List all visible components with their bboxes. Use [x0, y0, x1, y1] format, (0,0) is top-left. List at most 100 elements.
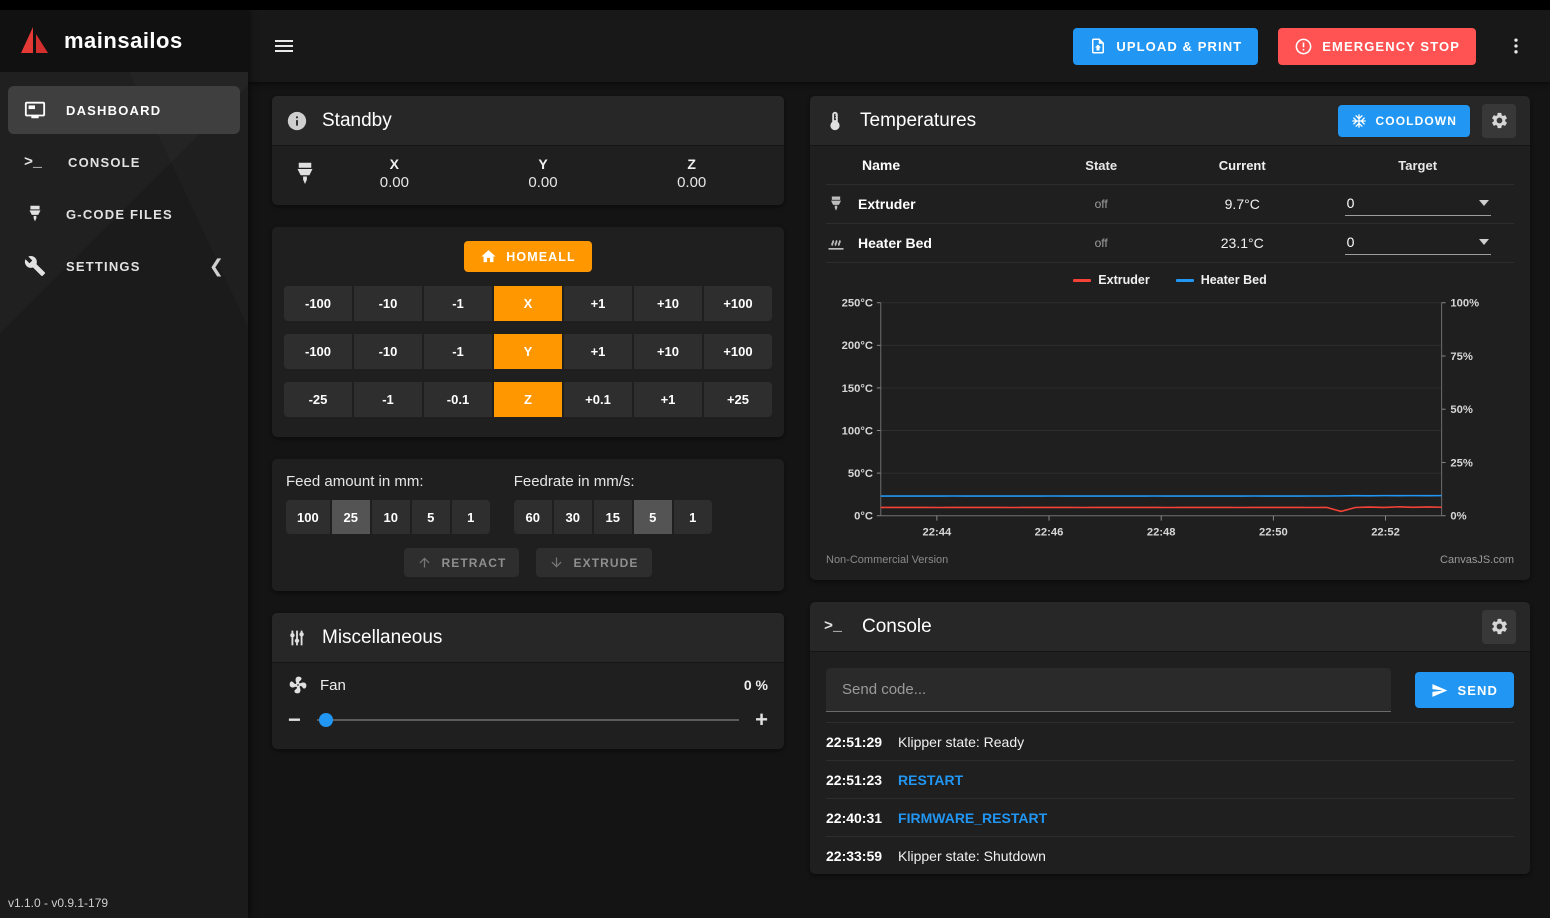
jog-x-plus-1[interactable]: +1	[564, 286, 632, 321]
window-chrome-strip	[0, 0, 1550, 10]
cooldown-button[interactable]: COOLDOWN	[1338, 105, 1470, 137]
jog-x-minus-100[interactable]: -100	[284, 286, 352, 321]
jog-x-minus-1[interactable]: -1	[424, 286, 492, 321]
heater-bed-icon	[826, 233, 846, 253]
extrude-button[interactable]: EXTRUDE	[536, 548, 651, 577]
fan-slider[interactable]	[317, 713, 739, 727]
content: Standby X 0.00 Y 0.00 Z	[248, 82, 1550, 918]
svg-text:0°C: 0°C	[854, 511, 873, 523]
temperatures-title: Temperatures	[860, 110, 976, 132]
send-label: SEND	[1457, 683, 1498, 698]
sidebar-item-gcode-files[interactable]: G-CODE FILES	[8, 190, 240, 238]
feedrate-30[interactable]: 30	[554, 500, 592, 534]
miscellaneous-card: Miscellaneous Fan 0 % −	[272, 613, 784, 749]
jog-x-plus-10[interactable]: +10	[634, 286, 702, 321]
log-row[interactable]: 22:51:23 RESTART	[826, 760, 1514, 798]
feed-amount-10[interactable]: 10	[372, 500, 410, 534]
canvasjs-link[interactable]: CanvasJS.com	[1440, 554, 1514, 566]
logo[interactable]: mainsailos	[0, 10, 248, 72]
feedrate-1[interactable]: 1	[674, 500, 712, 534]
feedrate-5[interactable]: 5	[634, 500, 672, 534]
kebab-menu-button[interactable]	[1496, 26, 1536, 66]
feed-amount-5[interactable]: 5	[412, 500, 450, 534]
sliders-icon	[286, 627, 308, 649]
legend-heater-bed[interactable]: Heater Bed	[1176, 273, 1267, 287]
svg-text:100°C: 100°C	[842, 425, 873, 437]
sidebar-item-dashboard[interactable]: DASHBOARD	[8, 86, 240, 134]
wrench-icon	[24, 255, 46, 277]
col-current: Current	[1163, 158, 1321, 173]
axis-y-button[interactable]: Y	[494, 334, 562, 369]
axis-y-value: 0.00	[469, 174, 618, 191]
console-header: >_ Console	[810, 602, 1530, 652]
emergency-stop-button[interactable]: EMERGENCY STOP	[1278, 28, 1476, 65]
jog-z-minus-25[interactable]: -25	[284, 382, 352, 417]
console-input[interactable]	[826, 668, 1391, 712]
sidebar: mainsailos DASHBOARD >_ CONSOLE G-CODE F…	[0, 10, 248, 918]
feedrate-60[interactable]: 60	[514, 500, 552, 534]
log-row[interactable]: 22:40:31 FIRMWARE_RESTART	[826, 798, 1514, 836]
collapse-sidebar-icon[interactable]: ❮	[209, 256, 224, 277]
legend-extruder[interactable]: Extruder	[1073, 273, 1149, 287]
snowflake-icon	[1351, 113, 1367, 129]
console-log: 22:51:29 Klipper state: Ready 22:51:23 R…	[810, 722, 1530, 874]
col-state: State	[1039, 158, 1163, 173]
sidebar-item-label: SETTINGS	[66, 259, 141, 274]
jog-y-minus-100[interactable]: -100	[284, 334, 352, 369]
axis-x-value: 0.00	[320, 174, 469, 191]
alert-circle-icon	[1294, 37, 1313, 56]
jog-z-plus-01[interactable]: +0.1	[564, 382, 632, 417]
legend-heater-bed-label: Heater Bed	[1201, 273, 1267, 287]
jog-y-plus-100[interactable]: +100	[704, 334, 772, 369]
feedrate-15[interactable]: 15	[594, 500, 632, 534]
fan-slider-thumb[interactable]	[319, 713, 333, 727]
svg-text:50%: 50%	[1450, 404, 1472, 416]
log-message-command[interactable]: FIRMWARE_RESTART	[898, 810, 1047, 826]
sidebar-item-settings[interactable]: SETTINGS ❮	[8, 242, 240, 290]
home-all-button[interactable]: HOMEALL	[464, 241, 592, 272]
feed-amount-100[interactable]: 100	[286, 500, 330, 534]
upload-print-button[interactable]: UPLOAD & PRINT	[1073, 28, 1258, 65]
version-text: v1.1.0 - v0.9.1-179	[0, 888, 248, 918]
fan-decrease-button[interactable]: −	[288, 709, 301, 731]
jog-x-minus-10[interactable]: -10	[354, 286, 422, 321]
feed-amount-25[interactable]: 25	[332, 500, 370, 534]
fan-increase-button[interactable]: +	[755, 709, 768, 731]
legend-extruder-swatch	[1073, 279, 1091, 282]
col-name: Name	[826, 157, 1039, 173]
feed-amount-1[interactable]: 1	[452, 500, 490, 534]
jog-y-plus-10[interactable]: +10	[634, 334, 702, 369]
console-input-row: SEND	[810, 652, 1530, 722]
jog-z-plus-1[interactable]: +1	[634, 382, 702, 417]
axis-z-button[interactable]: Z	[494, 382, 562, 417]
retract-button[interactable]: RETRACT	[404, 548, 519, 577]
axis-x-button[interactable]: X	[494, 286, 562, 321]
info-icon	[286, 110, 308, 132]
jog-y-plus-1[interactable]: +1	[564, 334, 632, 369]
extrusion-card: Feed amount in mm: 100 25 10 5 1	[272, 459, 784, 591]
home-all-label: HOMEALL	[506, 250, 576, 264]
log-message-command[interactable]: RESTART	[898, 772, 963, 788]
axis-z-value: 0.00	[617, 174, 766, 191]
fan-value: 0 %	[744, 677, 768, 693]
hamburger-menu-button[interactable]	[264, 26, 304, 66]
temperatures-settings-button[interactable]	[1482, 104, 1516, 138]
log-row[interactable]: 22:33:59 Klipper state: Shutdown	[826, 836, 1514, 874]
extruder-target-select[interactable]: 0	[1345, 193, 1491, 216]
jog-z-plus-25[interactable]: +25	[704, 382, 772, 417]
kebab-icon	[1506, 36, 1526, 56]
jog-z-minus-1[interactable]: -1	[354, 382, 422, 417]
send-button[interactable]: SEND	[1415, 672, 1514, 708]
heater-name: Extruder	[858, 196, 916, 212]
jog-z-minus-01[interactable]: -0.1	[424, 382, 492, 417]
heater-bed-target-select[interactable]: 0	[1345, 232, 1491, 255]
sidebar-item-console[interactable]: >_ CONSOLE	[8, 138, 240, 186]
log-row[interactable]: 22:51:29 Klipper state: Ready	[826, 722, 1514, 760]
svg-text:22:46: 22:46	[1035, 526, 1064, 538]
motion-body: HOMEALL -100 -10 -1 X +1 +10 +100	[272, 227, 784, 437]
jog-y-minus-1[interactable]: -1	[424, 334, 492, 369]
jog-y-minus-10[interactable]: -10	[354, 334, 422, 369]
emergency-stop-label: EMERGENCY STOP	[1322, 39, 1460, 54]
jog-x-plus-100[interactable]: +100	[704, 286, 772, 321]
console-settings-button[interactable]	[1482, 610, 1516, 644]
